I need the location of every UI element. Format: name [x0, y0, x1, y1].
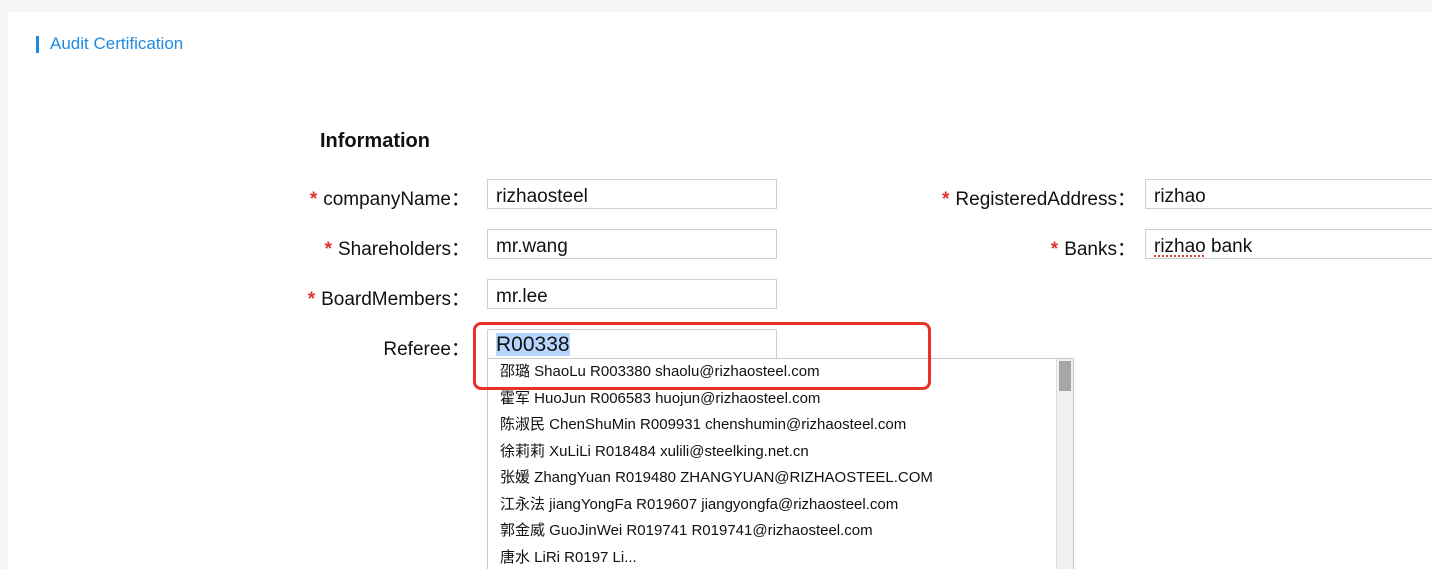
banks-label: * Banks： [1050, 239, 1136, 260]
required-mark: * [309, 189, 318, 210]
dropdown-option[interactable]: 江永法 jiangYongFa R019607 jiangyongfa@rizh… [488, 492, 1073, 519]
board-members-label: * BoardMembers： [307, 289, 470, 310]
board-members-input[interactable]: mr.lee [487, 279, 777, 309]
dropdown-option[interactable]: 霍军 HuoJun R006583 huojun@rizhaosteel.com [488, 386, 1073, 413]
required-mark: * [942, 189, 950, 210]
banks-input[interactable]: rizhao bank [1145, 229, 1432, 259]
dropdown-option[interactable]: 陈淑民 ChenShuMin R009931 chenshumin@rizhao… [488, 412, 1073, 439]
audit-panel: Audit Certification Information * company… [8, 12, 1432, 569]
shareholders-label: * Shareholders： [324, 239, 470, 260]
section-title: Audit Certification [36, 34, 183, 54]
referee-input[interactable]: R00338 [487, 329, 777, 359]
section-title-text: Audit Certification [50, 34, 184, 53]
referee-label: Referee： [383, 339, 470, 360]
banks-value-misspelled: rizhao [1154, 236, 1206, 257]
dropdown-option[interactable]: 张媛 ZhangYuan R019480 ZHANGYUAN@RIZHAOSTE… [488, 465, 1073, 492]
referee-value: R00338 [496, 333, 570, 356]
scrollbar-thumb[interactable] [1059, 361, 1071, 391]
dropdown-option[interactable]: 邵璐 ShaoLu R003380 shaolu@rizhaosteel.com [488, 359, 1073, 386]
company-name-label: * companyName： [309, 189, 470, 210]
dropdown-option[interactable]: 唐水 LiRi R0197 Li... [488, 545, 1073, 569]
required-mark: * [1050, 239, 1059, 260]
referee-dropdown[interactable]: 邵璐 ShaoLu R003380 shaolu@rizhaosteel.com… [487, 358, 1074, 569]
company-name-input[interactable]: rizhaosteel [487, 179, 777, 209]
dropdown-option[interactable]: 徐莉莉 XuLiLi R018484 xulili@steelking.net.… [488, 439, 1073, 466]
shareholders-input[interactable]: mr.wang [487, 229, 777, 259]
section-title-bar [36, 35, 39, 53]
dropdown-option[interactable]: 郭金威 GuoJinWei R019741 R019741@rizhaostee… [488, 518, 1073, 545]
registered-address-label: * RegisteredAddress： [942, 189, 1136, 210]
dropdown-scrollbar[interactable] [1056, 359, 1073, 569]
information-heading: Information [320, 130, 430, 152]
banks-value-rest: bank [1205, 236, 1253, 257]
required-mark: * [324, 239, 332, 260]
registered-address-input[interactable]: rizhao [1145, 179, 1432, 209]
required-mark: * [307, 289, 316, 310]
